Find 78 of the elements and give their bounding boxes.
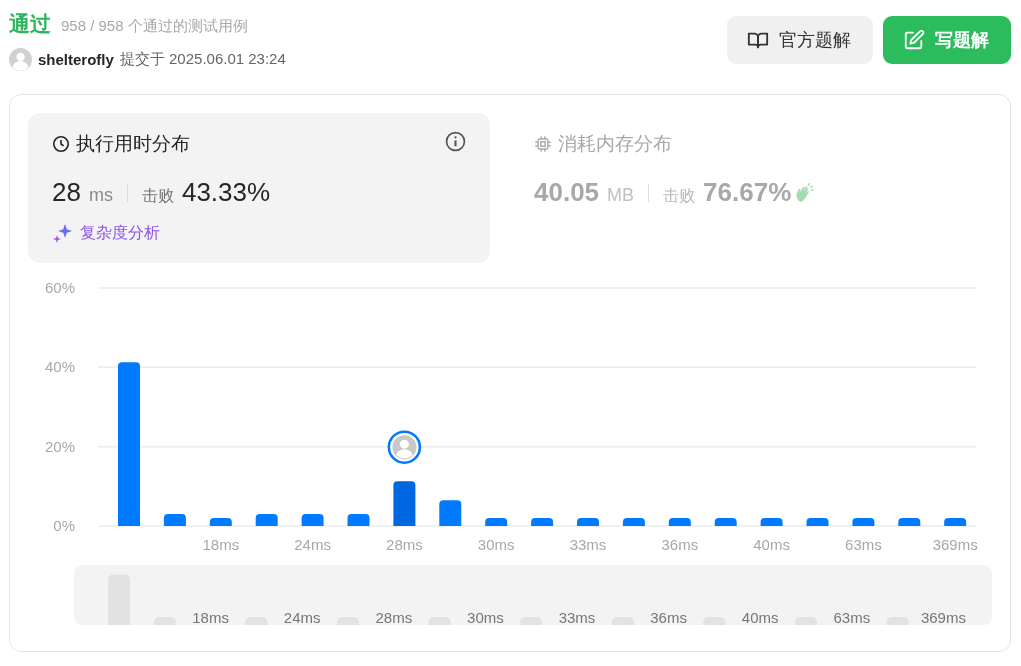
beat-label: 击败 [663,186,696,206]
mini-bar [428,617,451,625]
x-axis-label: 33ms [569,536,607,553]
chart-bar[interactable] [301,514,324,526]
mini-bar [611,617,634,625]
mini-bar [520,617,543,625]
chart-bar[interactable] [806,518,829,526]
navigator-label: 63ms [833,609,871,625]
y-axis-label: 20% [44,437,75,455]
runtime-tab[interactable]: 执行用时分布 28 ms 击败 43.33% 复杂度分析 [28,113,490,263]
chart-bar[interactable] [209,518,232,526]
info-icon[interactable] [445,130,466,152]
username[interactable]: shelterofly [38,51,114,68]
x-axis-label: 18ms [202,536,240,553]
mini-bar [337,617,359,625]
range-navigator[interactable]: 18ms 24ms 28ms 30ms 33ms 36ms 40ms 63ms 369ms [74,565,992,625]
beat-label: 击败 [141,186,174,206]
x-axis-label: 28ms [386,536,423,553]
beat-percent: 43.33% [181,177,271,208]
stat-title: 执行用时分布 [76,132,190,156]
x-axis-label: 63ms [845,536,882,553]
chart-bar[interactable] [668,518,691,526]
navigator-label: 18ms [192,609,229,625]
chart-bar[interactable] [439,500,462,526]
user-avatar-marker-icon [387,430,422,464]
stat-value: 40.05 [534,177,600,208]
chart-bar[interactable] [531,518,554,526]
beat-percent: 76.67% [703,177,792,208]
mini-bar [153,617,176,625]
navigator-label: 28ms [375,609,413,625]
chart-bar[interactable] [163,514,186,526]
stat-unit: MB [607,185,635,206]
mini-bar [108,574,130,625]
stat-unit: ms [88,185,113,206]
chart-bar[interactable] [944,518,967,526]
chart-bar[interactable] [714,518,737,526]
stat-value: 28 [52,177,81,208]
y-axis-label: 60% [44,279,75,296]
chip-icon [534,135,552,153]
x-axis-label: 30ms [477,536,515,553]
submitted-time: 提交于 2025.06.01 23:24 [119,50,286,69]
official-solution-button[interactable]: 官方题解 [727,16,873,64]
chart-bar[interactable] [852,518,875,526]
avatar-icon [9,48,32,71]
test-cases-text: 958 / 958 个通过的测试用例 [61,17,248,36]
x-axis-label: 24ms [294,536,331,553]
y-axis-label: 40% [44,358,75,376]
navigator-label: 36ms [650,609,687,625]
navigator-label: 24ms [283,609,321,625]
mini-bar [795,617,817,625]
edit-icon [903,29,925,51]
clapping-hands-icon [795,181,815,204]
complexity-analysis-link[interactable]: 复杂度分析 [80,222,160,244]
chart-bar[interactable] [760,518,783,526]
memory-tab[interactable]: 消耗内存分布 40.05 MB 击败 76.67% [510,113,972,263]
stat-title: 消耗内存分布 [558,132,672,156]
navigator-label: 30ms [467,609,504,625]
chart-bar[interactable] [577,518,599,526]
x-axis-label: 36ms [661,536,699,553]
chart-bar[interactable] [485,518,508,526]
write-solution-button[interactable]: 写题解 [883,16,1011,64]
sparkle-icon [52,222,74,244]
mini-bar [886,617,909,625]
status-text: 通过 [9,11,51,37]
y-axis-label: 0% [53,517,75,534]
navigator-label: 40ms [741,609,779,625]
clock-icon [52,135,70,153]
chart-bar[interactable] [393,481,416,526]
chart-bar[interactable] [347,514,370,526]
navigator-label: 33ms [558,609,596,625]
chart-bar[interactable] [255,514,278,526]
x-axis-label: 369ms [932,536,978,553]
mini-bar [245,617,268,625]
chart-bar[interactable] [622,518,645,526]
chart-bar[interactable] [898,518,921,526]
mini-bar [703,617,726,625]
navigator-label: 369ms [920,609,966,625]
x-axis-label: 40ms [753,536,790,553]
